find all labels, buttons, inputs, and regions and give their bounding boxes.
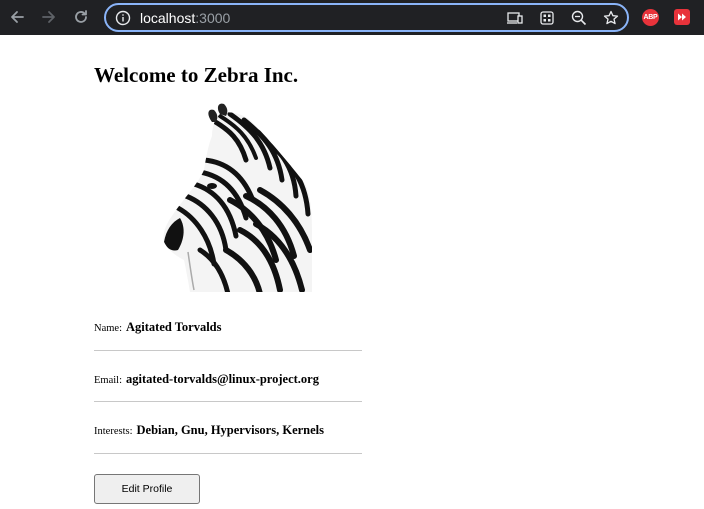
forward-icon[interactable] — [38, 6, 60, 28]
divider — [94, 453, 362, 454]
back-icon[interactable] — [6, 6, 28, 28]
reload-icon[interactable] — [70, 6, 92, 28]
url-text[interactable]: localhost:3000 — [140, 10, 230, 26]
email-label: Email: — [94, 375, 122, 386]
address-bar[interactable]: localhost:3000 — [104, 3, 629, 32]
cast-icon[interactable] — [506, 9, 524, 27]
url-port: :3000 — [195, 10, 231, 26]
url-host: localhost — [140, 10, 196, 26]
name-label: Name: — [94, 323, 122, 334]
page-title: Welcome to Zebra Inc. — [94, 63, 299, 87]
divider — [94, 401, 362, 402]
red-extension-icon[interactable] — [674, 9, 690, 25]
zebra-image — [160, 100, 316, 295]
zoom-out-icon[interactable] — [570, 9, 588, 27]
site-info-icon[interactable] — [115, 10, 131, 26]
adblock-plus-icon[interactable]: ABP — [642, 9, 659, 26]
name-value: Agitated Torvalds — [126, 320, 222, 334]
email-field: Email: agitated-torvalds@linux-project.o… — [94, 370, 362, 388]
browser-toolbar: localhost:3000 ABP — [0, 0, 704, 35]
interests-field: Interests: Debian, Gnu, Hypervisors, Ker… — [94, 421, 362, 439]
bookmark-star-icon[interactable] — [602, 9, 620, 27]
interests-value: Debian, Gnu, Hypervisors, Kernels — [136, 423, 325, 437]
divider — [94, 350, 362, 351]
apps-grid-icon[interactable] — [538, 9, 556, 27]
email-value: agitated-torvalds@linux-project.org — [126, 372, 319, 386]
edit-profile-button[interactable]: Edit Profile — [94, 474, 200, 504]
interests-label: Interests: — [94, 426, 133, 437]
name-field: Name: Agitated Torvalds — [94, 318, 362, 336]
